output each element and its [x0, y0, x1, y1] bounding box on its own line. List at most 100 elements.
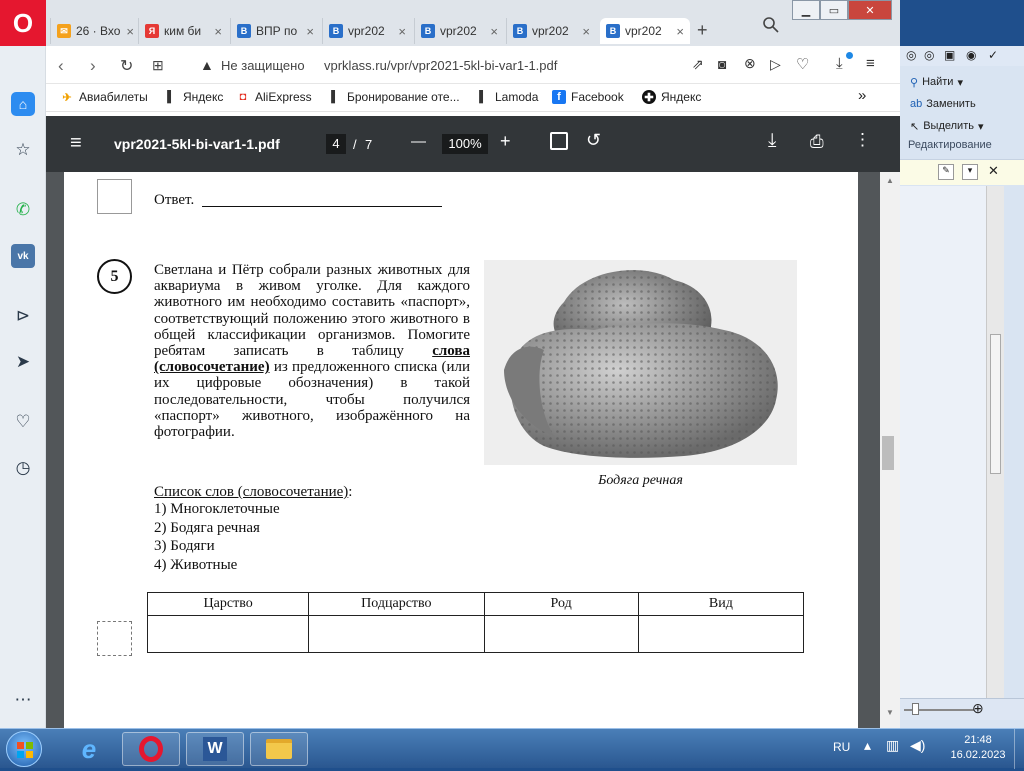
vk-icon[interactable]: vk [11, 244, 35, 268]
scrollbar-thumb[interactable] [882, 436, 894, 470]
browser-tab[interactable]: Вvpr202 × [322, 18, 412, 44]
word-icon-4[interactable]: ◉ [966, 48, 976, 62]
tab-close-icon[interactable]: × [126, 24, 134, 39]
folder-icon [266, 739, 292, 759]
scroll-down-icon[interactable]: ▼ [886, 708, 894, 717]
heart-icon[interactable]: ♡ [796, 55, 809, 73]
send-sidebar-icon[interactable]: ➤ [11, 350, 35, 374]
find-icon: ⚲ [910, 77, 919, 89]
word-icon-2[interactable]: ◎ [924, 48, 934, 62]
table-header-cell: Вид [637, 592, 805, 616]
maximize-button[interactable]: ▭ [820, 0, 848, 20]
clock[interactable]: 21:48 16.02.2023 [950, 733, 1006, 763]
forward-icon[interactable]: › [90, 56, 96, 76]
security-label[interactable]: Не защищено [221, 58, 305, 73]
tab-close-icon[interactable]: × [582, 24, 590, 39]
bookmark-label: Facebook [571, 90, 624, 104]
camera-icon[interactable]: ◙ [718, 56, 726, 72]
player-icon[interactable]: ⊳ [11, 304, 35, 328]
opera-sidebar: ⌂ ☆ ✆ vk ⊳ ➤ ♡ ◷ ⋯ [0, 46, 46, 728]
word-pane-dropdown-icon[interactable]: ▾ [962, 164, 978, 180]
browser-tab[interactable]: Вvpr202 × [414, 18, 504, 44]
word-icon-1[interactable]: ◎ [906, 48, 916, 62]
word-icon-3[interactable]: ▣ [944, 48, 955, 62]
language-indicator[interactable]: RU [833, 740, 850, 754]
tab-close-icon[interactable]: × [306, 24, 314, 39]
zoom-in-icon[interactable]: ⊕ [972, 700, 984, 717]
browser-tab[interactable]: Вvpr202 × [506, 18, 596, 44]
pdf-menu-icon[interactable]: ≡ [70, 132, 82, 155]
answer-cell-species[interactable] [637, 615, 805, 653]
speed-dial-icon[interactable]: ⊞ [152, 57, 164, 74]
opera-taskbar-app[interactable] [122, 732, 180, 766]
zoom-in-button[interactable]: + [500, 131, 511, 152]
heart-sidebar-icon[interactable]: ♡ [11, 410, 35, 434]
word-pane-icon[interactable]: ✎ [938, 164, 954, 180]
zoom-input[interactable]: 100% [442, 134, 488, 154]
home-icon[interactable]: ⌂ [11, 92, 35, 116]
word-taskbar-app[interactable]: W [186, 732, 244, 766]
download-icon[interactable]: ⤓ [836, 55, 843, 72]
select-button[interactable]: ↖ Выделить ▾ [910, 120, 984, 133]
back-icon[interactable]: ‹ [58, 56, 64, 76]
bookmarks-star-icon[interactable]: ☆ [11, 138, 35, 162]
answer-cell-subkingdom[interactable] [308, 615, 485, 653]
zoom-out-button[interactable]: — [411, 133, 426, 150]
minimize-button[interactable]: ▁ [792, 0, 820, 20]
word-icon-5[interactable]: ✓ [988, 48, 998, 62]
fit-page-icon[interactable] [550, 132, 568, 150]
pdf-download-icon[interactable]: ⤓ [768, 130, 776, 152]
whatsapp-icon[interactable]: ✆ [11, 198, 35, 222]
bookmark-item[interactable]: ▌ Бронирование оте... [328, 90, 460, 104]
pdf-scrollbar[interactable]: ▲ ▼ [880, 172, 900, 728]
bookmark-item[interactable]: ▌ Lamoda [476, 90, 538, 104]
browser-tab[interactable]: В ВПР по × [230, 18, 320, 44]
tab-close-icon[interactable]: × [214, 24, 222, 39]
tab-close-icon[interactable]: × [490, 24, 498, 39]
url-field[interactable]: vprklass.ru/vpr/vpr2021-5kl-bi-var1-1.pd… [324, 58, 557, 73]
bookmarks-more-button[interactable]: » [858, 87, 866, 104]
word-scroll-thumb[interactable] [990, 334, 1001, 474]
rotate-icon[interactable]: ↺ [586, 130, 601, 151]
warning-icon[interactable]: ▲ [200, 57, 214, 73]
bookmark-item[interactable]: ✚ Яндекс [642, 90, 701, 104]
menu-icon[interactable]: ≡ [866, 55, 875, 72]
send-icon[interactable]: ▷ [770, 56, 781, 73]
bookmark-item[interactable]: ◘ AliExpress [236, 90, 312, 104]
browser-tab[interactable]: Яким би × [138, 18, 228, 44]
browser-tab[interactable]: ✉ 26 · Вхо × [50, 18, 140, 44]
page-number-input[interactable]: 4 [326, 134, 346, 154]
start-button[interactable] [6, 731, 42, 767]
answer-cell-genus[interactable] [483, 615, 639, 653]
more-icon[interactable]: ⋯ [11, 688, 35, 712]
zoom-slider-thumb[interactable] [912, 703, 919, 715]
history-icon[interactable]: ◷ [11, 456, 35, 480]
show-desktop-button[interactable] [1014, 729, 1024, 769]
ie-icon[interactable]: e [64, 733, 114, 765]
reload-icon[interactable]: ↻ [120, 56, 133, 76]
print-icon[interactable]: ⎙ [810, 132, 824, 152]
tray-arrow-icon[interactable]: ▴ [864, 737, 871, 754]
bookmark-item[interactable]: ✈ Авиабилеты [60, 90, 147, 104]
share-icon[interactable]: ⇗ [692, 56, 704, 73]
tab-close-icon[interactable]: × [398, 24, 406, 39]
pdf-more-icon[interactable]: ⋮ [854, 130, 871, 150]
network-icon[interactable]: ▥ [886, 737, 899, 754]
explorer-taskbar-app[interactable] [250, 732, 308, 766]
bookmark-item[interactable]: ▌ Яндекс [164, 90, 223, 104]
bookmark-item[interactable]: f Facebook [552, 90, 624, 104]
tab-search-icon[interactable] [762, 16, 780, 34]
browser-tab[interactable]: Вvpr202 × [600, 18, 690, 44]
opera-logo[interactable]: O [0, 0, 46, 46]
volume-icon[interactable]: ◀) [910, 737, 925, 754]
tab-close-icon[interactable]: × [676, 24, 684, 39]
scroll-up-icon[interactable]: ▲ [886, 176, 894, 185]
block-icon[interactable]: ⊗ [744, 55, 756, 72]
find-button[interactable]: ⚲ Найти ▾ [910, 76, 963, 89]
replace-button[interactable]: ab Заменить [910, 98, 976, 110]
new-tab-button[interactable]: + [697, 20, 708, 41]
word-pane-close-icon[interactable]: ✕ [988, 163, 999, 179]
close-window-button[interactable]: ✕ [848, 0, 892, 20]
word-scrollbar[interactable] [986, 186, 1004, 706]
answer-cell-kingdom[interactable] [146, 615, 310, 653]
